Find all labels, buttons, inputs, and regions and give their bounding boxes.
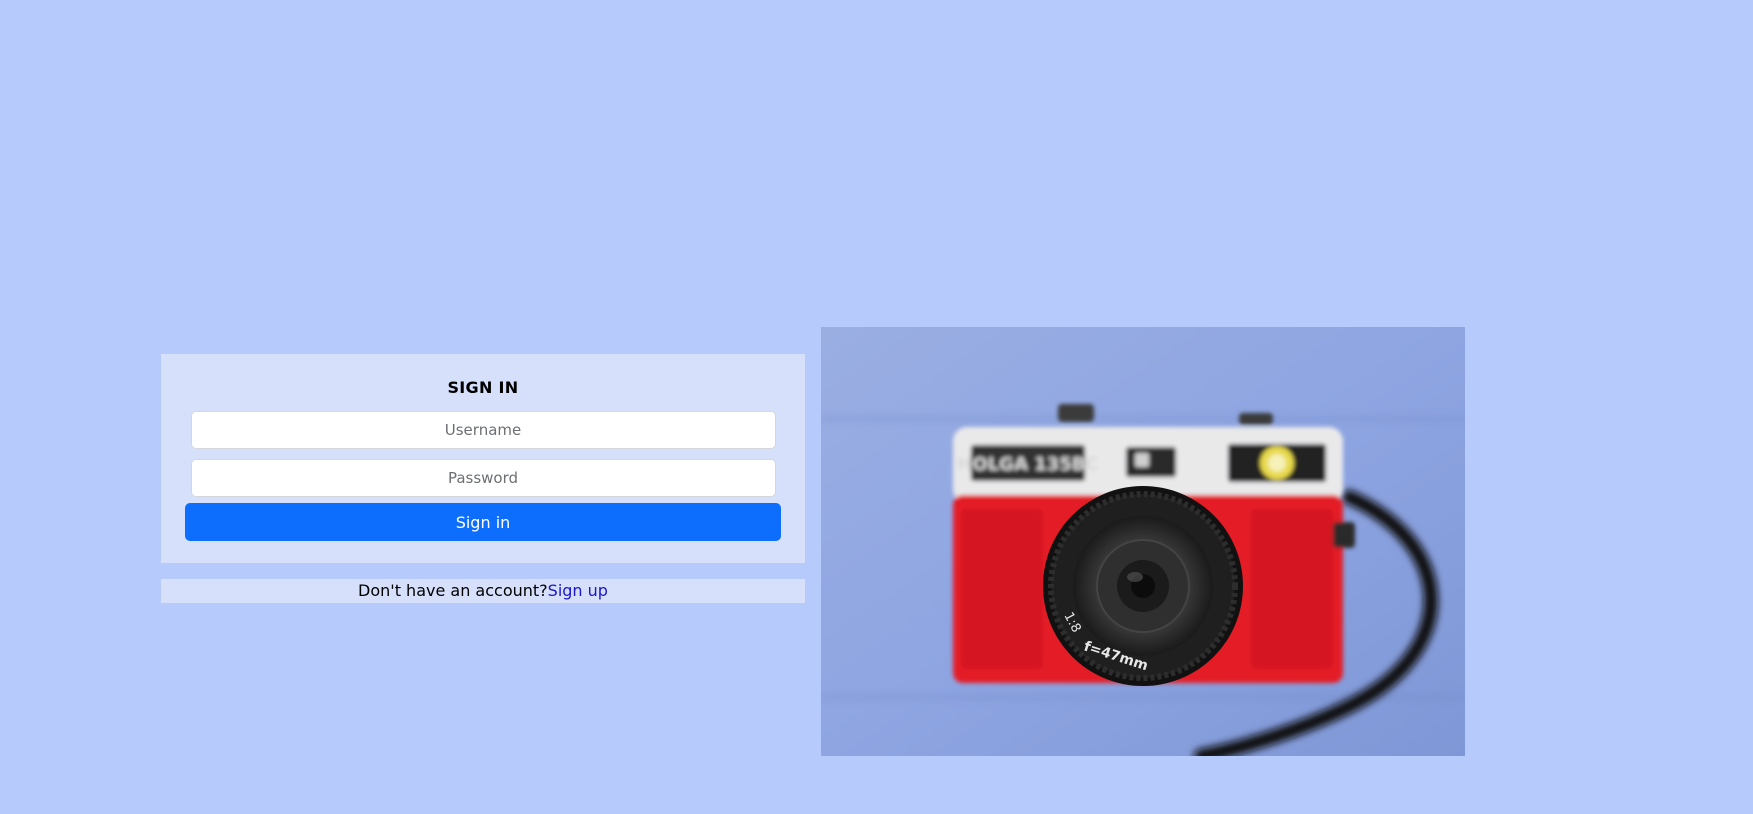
signup-prompt-bar: Don't have an account?Sign up (161, 579, 805, 603)
camera-brand-text: HOLGA 135BC (957, 454, 1098, 475)
signin-button[interactable]: Sign in (185, 503, 781, 541)
username-input[interactable] (190, 411, 776, 449)
password-input[interactable] (190, 459, 776, 497)
login-page: SIGN IN Sign in Don't have an account?Si… (0, 0, 1753, 814)
signin-title: SIGN IN (447, 378, 519, 397)
signin-form: SIGN IN Sign in (161, 354, 805, 563)
signup-link[interactable]: Sign up (548, 581, 608, 600)
signup-prompt-text: Don't have an account? (358, 581, 548, 600)
camera-photo: HOLGA 135BC 1:8 f=47mm (821, 327, 1465, 756)
